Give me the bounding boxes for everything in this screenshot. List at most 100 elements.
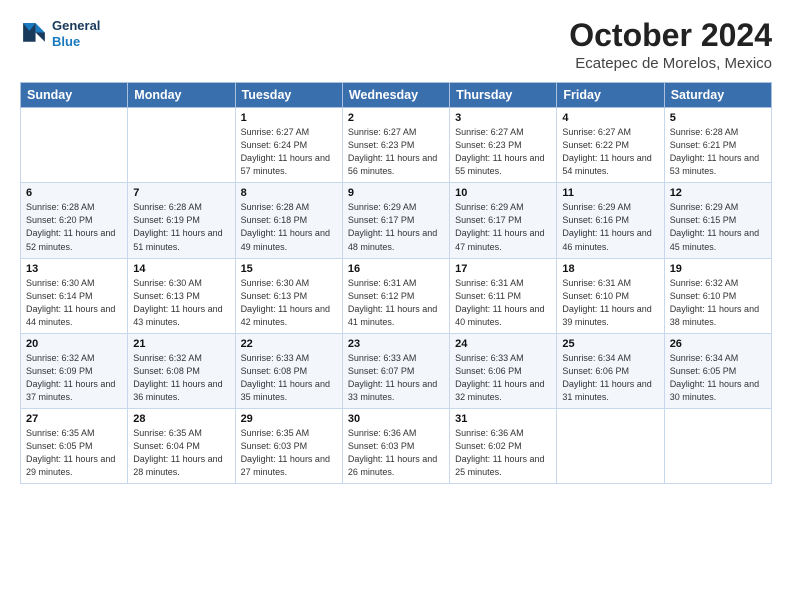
location: Ecatepec de Morelos, Mexico <box>569 55 772 72</box>
day-cell <box>128 108 235 183</box>
day-detail: Sunrise: 6:29 AM Sunset: 6:16 PM Dayligh… <box>562 201 658 253</box>
day-detail: Sunrise: 6:27 AM Sunset: 6:22 PM Dayligh… <box>562 126 658 178</box>
day-cell: 13 Sunrise: 6:30 AM Sunset: 6:14 PM Dayli… <box>21 258 128 333</box>
day-cell: 11 Sunrise: 6:29 AM Sunset: 6:16 PM Dayli… <box>557 183 664 258</box>
day-cell: 2 Sunrise: 6:27 AM Sunset: 6:23 PM Daylig… <box>342 108 449 183</box>
day-detail: Sunrise: 6:32 AM Sunset: 6:08 PM Dayligh… <box>133 352 229 404</box>
page: General Blue October 2024 Ecatepec de Mo… <box>0 0 792 612</box>
day-number: 7 <box>133 187 229 199</box>
day-number: 27 <box>26 413 122 425</box>
day-number: 8 <box>241 187 337 199</box>
day-detail: Sunrise: 6:33 AM Sunset: 6:07 PM Dayligh… <box>348 352 444 404</box>
day-number: 12 <box>670 187 766 199</box>
day-number: 31 <box>455 413 551 425</box>
day-cell: 27 Sunrise: 6:35 AM Sunset: 6:05 PM Dayli… <box>21 408 128 483</box>
day-detail: Sunrise: 6:27 AM Sunset: 6:24 PM Dayligh… <box>241 126 337 178</box>
day-detail: Sunrise: 6:34 AM Sunset: 6:05 PM Dayligh… <box>670 352 766 404</box>
day-cell <box>664 408 771 483</box>
weekday-header-row: SundayMondayTuesdayWednesdayThursdayFrid… <box>21 83 772 108</box>
day-detail: Sunrise: 6:32 AM Sunset: 6:09 PM Dayligh… <box>26 352 122 404</box>
day-number: 9 <box>348 187 444 199</box>
day-number: 19 <box>670 263 766 275</box>
day-number: 24 <box>455 338 551 350</box>
day-cell: 15 Sunrise: 6:30 AM Sunset: 6:13 PM Dayli… <box>235 258 342 333</box>
day-cell: 18 Sunrise: 6:31 AM Sunset: 6:10 PM Dayli… <box>557 258 664 333</box>
day-number: 10 <box>455 187 551 199</box>
day-number: 30 <box>348 413 444 425</box>
day-number: 3 <box>455 112 551 124</box>
day-cell: 21 Sunrise: 6:32 AM Sunset: 6:08 PM Dayli… <box>128 333 235 408</box>
week-row-1: 1Sunrise: 6:27 AM Sunset: 6:24 PM Daylig… <box>21 108 772 183</box>
day-cell: 7Sunrise: 6:28 AM Sunset: 6:19 PM Daylig… <box>128 183 235 258</box>
day-cell: 24 Sunrise: 6:33 AM Sunset: 6:06 PM Dayli… <box>450 333 557 408</box>
day-detail: Sunrise: 6:28 AM Sunset: 6:21 PM Dayligh… <box>670 126 766 178</box>
weekday-header-friday: Friday <box>557 83 664 108</box>
day-number: 17 <box>455 263 551 275</box>
day-number: 22 <box>241 338 337 350</box>
day-detail: Sunrise: 6:31 AM Sunset: 6:10 PM Dayligh… <box>562 277 658 329</box>
day-detail: Sunrise: 6:29 AM Sunset: 6:17 PM Dayligh… <box>455 201 551 253</box>
day-number: 14 <box>133 263 229 275</box>
title-block: October 2024 Ecatepec de Morelos, Mexico <box>569 18 772 72</box>
day-number: 2 <box>348 112 444 124</box>
day-cell: 31 Sunrise: 6:36 AM Sunset: 6:02 PM Dayli… <box>450 408 557 483</box>
day-number: 16 <box>348 263 444 275</box>
day-detail: Sunrise: 6:36 AM Sunset: 6:02 PM Dayligh… <box>455 427 551 479</box>
day-cell: 6Sunrise: 6:28 AM Sunset: 6:20 PM Daylig… <box>21 183 128 258</box>
day-cell: 29Sunrise: 6:35 AM Sunset: 6:03 PM Dayli… <box>235 408 342 483</box>
day-cell: 5 Sunrise: 6:28 AM Sunset: 6:21 PM Daylig… <box>664 108 771 183</box>
day-detail: Sunrise: 6:30 AM Sunset: 6:13 PM Dayligh… <box>133 277 229 329</box>
day-number: 5 <box>670 112 766 124</box>
day-cell <box>557 408 664 483</box>
logo-icon <box>20 20 48 48</box>
weekday-header-saturday: Saturday <box>664 83 771 108</box>
day-number: 13 <box>26 263 122 275</box>
day-cell: 30 Sunrise: 6:36 AM Sunset: 6:03 PM Dayli… <box>342 408 449 483</box>
day-detail: Sunrise: 6:29 AM Sunset: 6:15 PM Dayligh… <box>670 201 766 253</box>
day-detail: Sunrise: 6:27 AM Sunset: 6:23 PM Dayligh… <box>455 126 551 178</box>
day-detail: Sunrise: 6:28 AM Sunset: 6:18 PM Dayligh… <box>241 201 337 253</box>
logo-line1: General <box>52 18 100 34</box>
day-cell: 9 Sunrise: 6:29 AM Sunset: 6:17 PM Daylig… <box>342 183 449 258</box>
day-cell <box>21 108 128 183</box>
weekday-header-thursday: Thursday <box>450 83 557 108</box>
day-number: 29 <box>241 413 337 425</box>
day-detail: Sunrise: 6:30 AM Sunset: 6:14 PM Dayligh… <box>26 277 122 329</box>
day-number: 23 <box>348 338 444 350</box>
day-cell: 3 Sunrise: 6:27 AM Sunset: 6:23 PM Daylig… <box>450 108 557 183</box>
day-detail: Sunrise: 6:30 AM Sunset: 6:13 PM Dayligh… <box>241 277 337 329</box>
day-cell: 10 Sunrise: 6:29 AM Sunset: 6:17 PM Dayli… <box>450 183 557 258</box>
day-detail: Sunrise: 6:34 AM Sunset: 6:06 PM Dayligh… <box>562 352 658 404</box>
day-number: 4 <box>562 112 658 124</box>
day-detail: Sunrise: 6:33 AM Sunset: 6:08 PM Dayligh… <box>241 352 337 404</box>
day-number: 11 <box>562 187 658 199</box>
day-detail: Sunrise: 6:33 AM Sunset: 6:06 PM Dayligh… <box>455 352 551 404</box>
day-detail: Sunrise: 6:31 AM Sunset: 6:11 PM Dayligh… <box>455 277 551 329</box>
weekday-header-monday: Monday <box>128 83 235 108</box>
day-detail: Sunrise: 6:35 AM Sunset: 6:05 PM Dayligh… <box>26 427 122 479</box>
day-cell: 26 Sunrise: 6:34 AM Sunset: 6:05 PM Dayli… <box>664 333 771 408</box>
day-number: 21 <box>133 338 229 350</box>
day-number: 15 <box>241 263 337 275</box>
day-number: 25 <box>562 338 658 350</box>
week-row-5: 27 Sunrise: 6:35 AM Sunset: 6:05 PM Dayli… <box>21 408 772 483</box>
day-cell: 14 Sunrise: 6:30 AM Sunset: 6:13 PM Dayli… <box>128 258 235 333</box>
day-number: 18 <box>562 263 658 275</box>
day-detail: Sunrise: 6:36 AM Sunset: 6:03 PM Dayligh… <box>348 427 444 479</box>
day-cell: 1Sunrise: 6:27 AM Sunset: 6:24 PM Daylig… <box>235 108 342 183</box>
day-detail: Sunrise: 6:31 AM Sunset: 6:12 PM Dayligh… <box>348 277 444 329</box>
day-number: 26 <box>670 338 766 350</box>
day-number: 28 <box>133 413 229 425</box>
day-cell: 25 Sunrise: 6:34 AM Sunset: 6:06 PM Dayli… <box>557 333 664 408</box>
week-row-3: 13 Sunrise: 6:30 AM Sunset: 6:14 PM Dayli… <box>21 258 772 333</box>
logo-text: General Blue <box>52 18 100 49</box>
weekday-header-sunday: Sunday <box>21 83 128 108</box>
day-cell: 20Sunrise: 6:32 AM Sunset: 6:09 PM Dayli… <box>21 333 128 408</box>
weekday-header-tuesday: Tuesday <box>235 83 342 108</box>
day-cell: 4 Sunrise: 6:27 AM Sunset: 6:22 PM Daylig… <box>557 108 664 183</box>
day-cell: 8 Sunrise: 6:28 AM Sunset: 6:18 PM Daylig… <box>235 183 342 258</box>
day-detail: Sunrise: 6:27 AM Sunset: 6:23 PM Dayligh… <box>348 126 444 178</box>
day-cell: 12 Sunrise: 6:29 AM Sunset: 6:15 PM Dayli… <box>664 183 771 258</box>
day-detail: Sunrise: 6:29 AM Sunset: 6:17 PM Dayligh… <box>348 201 444 253</box>
day-cell: 28Sunrise: 6:35 AM Sunset: 6:04 PM Dayli… <box>128 408 235 483</box>
